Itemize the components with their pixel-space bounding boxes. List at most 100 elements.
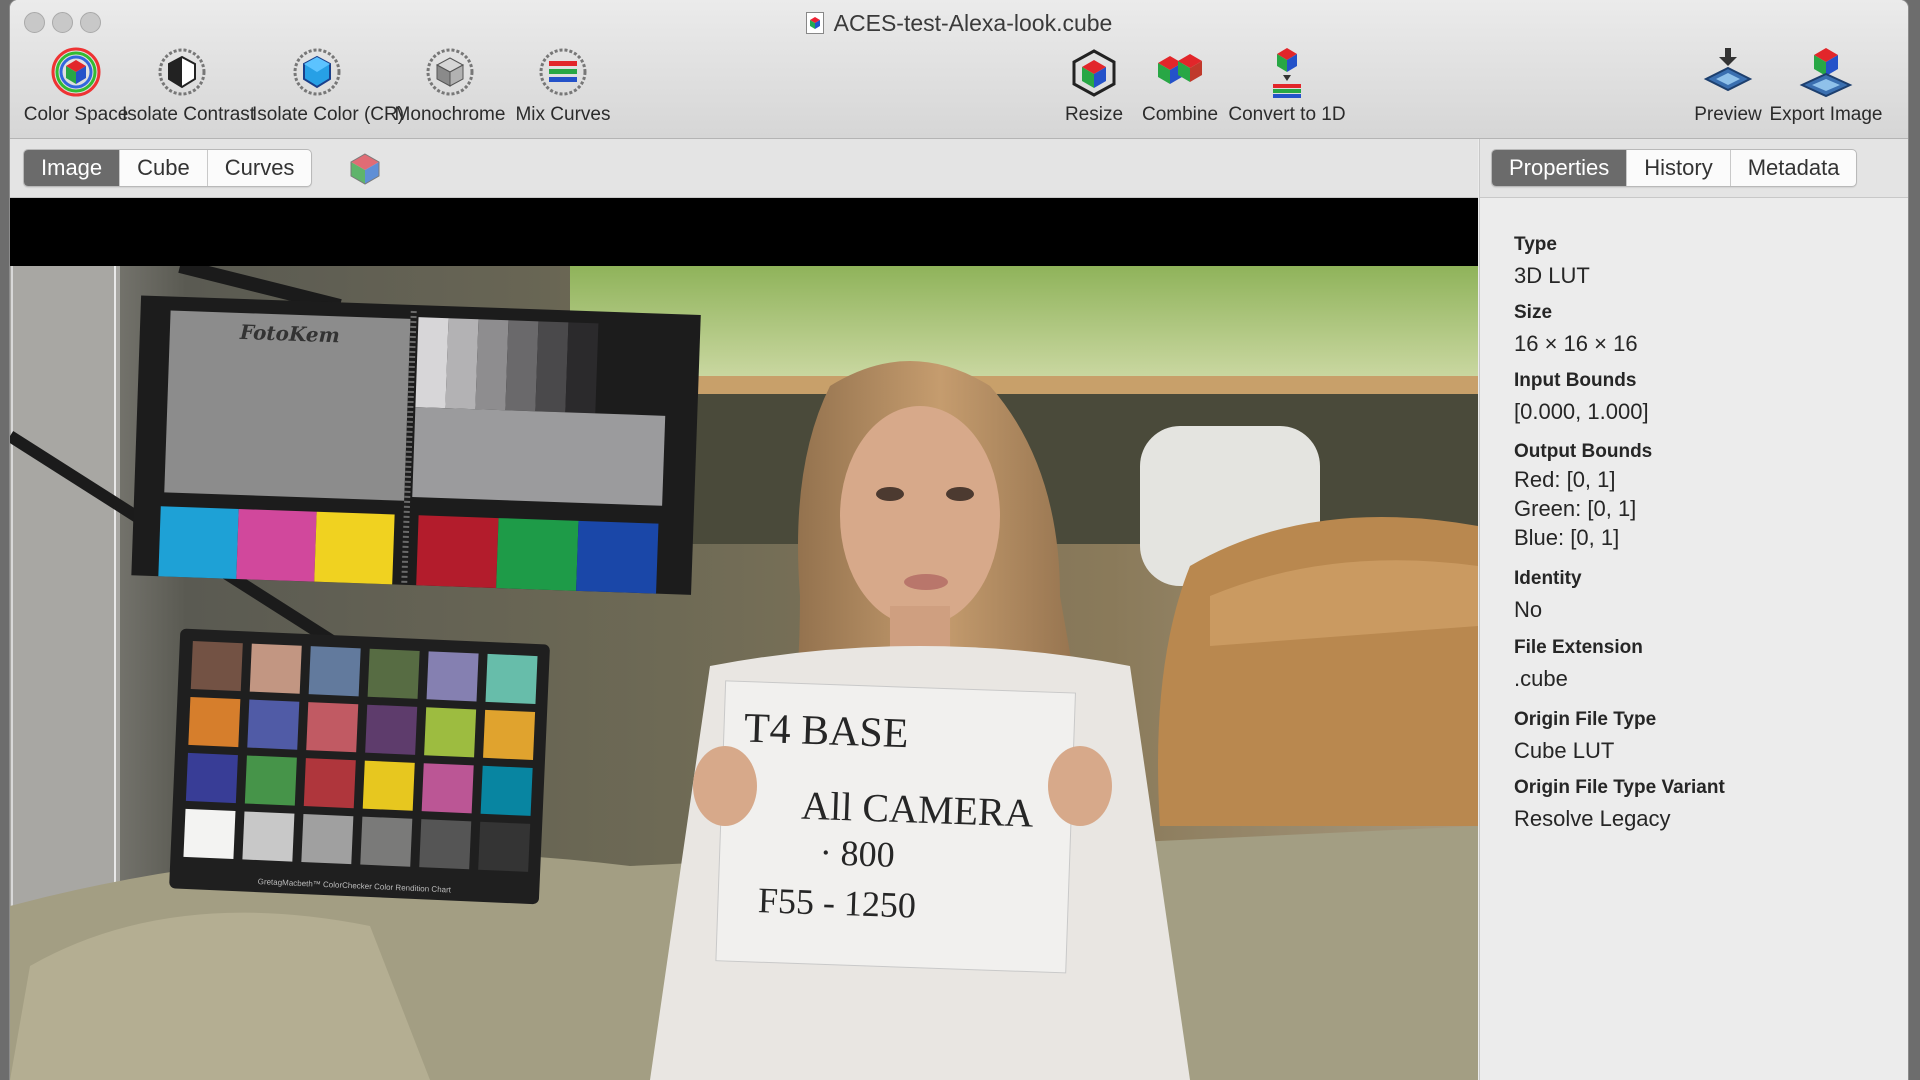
property-size: Size 16 × 16 × 16 xyxy=(1514,302,1638,358)
property-label: Type xyxy=(1514,234,1557,255)
isolate-color-label: Isolate Color (CR) xyxy=(252,104,405,125)
inspector-tabs: Properties History Metadata xyxy=(1491,149,1858,187)
checker-swatch xyxy=(419,819,472,870)
property-identity: Identity No xyxy=(1514,568,1582,624)
property-label: Output Bounds xyxy=(1514,441,1653,462)
cube-thumbnail-icon[interactable] xyxy=(348,152,382,186)
property-label: Input Bounds xyxy=(1514,370,1637,391)
property-label: Origin File Type Variant xyxy=(1514,777,1725,798)
checker-swatch xyxy=(478,821,531,872)
combine-label: Combine xyxy=(1141,104,1219,125)
tab-curves[interactable]: Curves xyxy=(206,150,312,186)
checker-swatch xyxy=(249,643,302,694)
checker-swatch xyxy=(483,709,536,760)
preview-label: Preview xyxy=(1694,104,1762,125)
checker-swatch xyxy=(190,641,243,692)
app-window: ACES-test-Alexa-look.cube Color Space Is… xyxy=(10,0,1908,1080)
view-tabs: Image Cube Curves xyxy=(23,149,313,187)
tab-image[interactable]: Image xyxy=(24,150,120,186)
property-input-bounds: Input Bounds [0.000, 1.000] xyxy=(1514,370,1649,426)
property-value-blue: Blue: [0, 1] xyxy=(1514,525,1620,550)
checker-swatch xyxy=(185,752,238,804)
slate-card: T4 BASE All CAMERA · 800 F55 - 1250 xyxy=(715,680,1076,974)
property-value: 3D LUT xyxy=(1514,263,1590,288)
checker-swatch xyxy=(301,814,354,865)
property-value: Cube LUT xyxy=(1514,738,1615,763)
tab-history[interactable]: History xyxy=(1626,150,1729,186)
convert-to-1d-label: Convert to 1D xyxy=(1228,104,1346,125)
color-checker-chart: GretagMacbeth™ ColorChecker Color Rendit… xyxy=(169,628,550,905)
checker-swatch xyxy=(242,811,295,862)
preview-image: FotoKem GretagMacbeth™ ColorChecker Colo… xyxy=(10,266,1478,1080)
property-origin-file-type: Origin File Type Cube LUT xyxy=(1514,709,1656,765)
property-value-red: Red: [0, 1] xyxy=(1514,467,1616,492)
checker-swatch xyxy=(306,702,359,753)
resize-button[interactable]: Resize xyxy=(1050,46,1138,126)
isolate-contrast-icon xyxy=(158,48,206,96)
monochrome-label: Monochrome xyxy=(394,104,506,125)
property-label: Origin File Type xyxy=(1514,709,1657,730)
checker-swatch xyxy=(480,765,533,816)
preview-icon xyxy=(1703,48,1753,92)
isolate-color-button[interactable]: Isolate Color (CR) xyxy=(252,46,404,126)
monochrome-button[interactable]: Monochrome xyxy=(394,46,506,126)
checker-swatch xyxy=(360,816,413,867)
toolbar: ACES-test-Alexa-look.cube Color Space Is… xyxy=(10,0,1908,139)
preview-button[interactable]: Preview xyxy=(1686,46,1770,126)
property-value: Resolve Legacy xyxy=(1514,806,1671,831)
convert-to-1d-button[interactable]: Convert to 1D xyxy=(1222,46,1352,126)
checker-swatch xyxy=(188,696,241,748)
color-space-label: Color Space xyxy=(23,104,129,125)
checker-swatch xyxy=(365,704,418,755)
property-file-extension: File Extension .cube xyxy=(1514,637,1643,693)
property-value: No xyxy=(1514,597,1543,622)
isolate-color-icon xyxy=(293,48,341,96)
property-value: 16 × 16 × 16 xyxy=(1514,331,1638,356)
isolate-contrast-button[interactable]: Isolate Contrast xyxy=(122,46,255,126)
checker-swatch xyxy=(183,808,236,860)
image-viewport[interactable]: FotoKem GretagMacbeth™ ColorChecker Colo… xyxy=(10,198,1478,1080)
properties-panel: Type 3D LUT Size 16 × 16 × 16 Input Boun… xyxy=(1479,198,1908,1080)
slate-line-1: T4 BASE xyxy=(743,706,909,758)
checker-swatch xyxy=(303,758,356,809)
checker-swatch xyxy=(308,646,361,697)
property-output-bounds: Output Bounds Red: [0, 1] Green: [0, 1] … xyxy=(1514,441,1652,552)
checker-swatch xyxy=(247,699,300,750)
monochrome-icon xyxy=(426,48,474,96)
document-icon xyxy=(805,12,824,34)
view-tab-bar: Image Cube Curves xyxy=(10,139,1478,198)
color-space-icon xyxy=(51,47,101,97)
export-image-label: Export Image xyxy=(1769,104,1883,125)
property-origin-file-type-variant: Origin File Type Variant Resolve Legacy xyxy=(1514,777,1725,833)
checker-swatch xyxy=(421,763,474,814)
property-value-green: Green: [0, 1] xyxy=(1514,496,1637,521)
window-title: ACES-test-Alexa-look.cube xyxy=(10,10,1908,37)
tab-metadata[interactable]: Metadata xyxy=(1729,150,1857,186)
property-label: Size xyxy=(1514,302,1553,323)
resize-label: Resize xyxy=(1064,104,1124,125)
convert-to-1d-icon xyxy=(1273,48,1301,98)
checker-swatch xyxy=(367,648,420,699)
property-value: [0.000, 1.000] xyxy=(1514,399,1649,424)
slate-line-3: · 800 xyxy=(819,832,895,875)
property-value: .cube xyxy=(1514,666,1568,691)
mix-curves-label: Mix Curves xyxy=(515,104,611,125)
resize-icon xyxy=(1072,49,1116,97)
property-label: Identity xyxy=(1514,568,1582,589)
slate-line-2: All CAMERA xyxy=(801,783,1035,836)
tab-properties[interactable]: Properties xyxy=(1492,150,1627,186)
combine-icon xyxy=(1158,54,1202,84)
property-label: File Extension xyxy=(1514,637,1643,658)
export-image-icon xyxy=(1799,48,1853,98)
property-type: Type 3D LUT xyxy=(1514,234,1590,290)
slate-line-4: F55 - 1250 xyxy=(757,880,916,925)
color-space-button[interactable]: Color Space xyxy=(20,46,132,126)
export-image-button[interactable]: Export Image xyxy=(1766,46,1886,126)
checker-swatch xyxy=(485,653,538,705)
gray-card-brand: FotoKem xyxy=(239,320,341,348)
combine-button[interactable]: Combine xyxy=(1134,46,1226,126)
checker-swatch xyxy=(424,707,477,758)
mix-curves-button[interactable]: Mix Curves xyxy=(507,46,619,126)
isolate-contrast-label: Isolate Contrast xyxy=(122,104,256,125)
tab-cube[interactable]: Cube xyxy=(119,150,207,186)
